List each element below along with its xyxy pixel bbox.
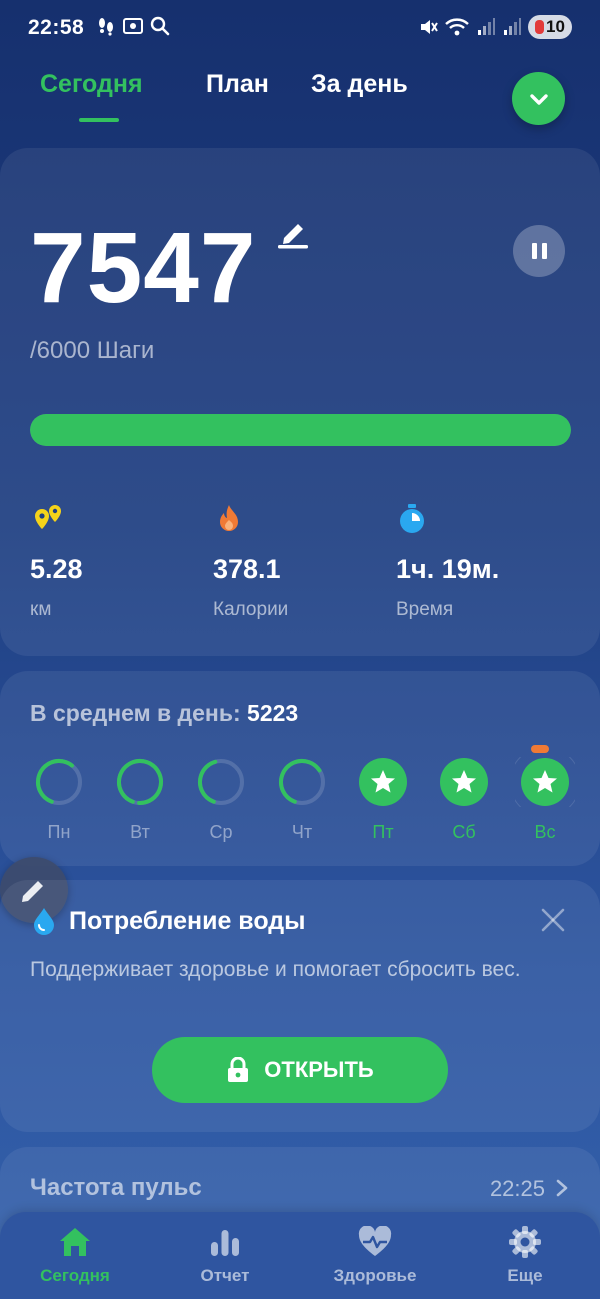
day-label: Пт bbox=[372, 822, 394, 842]
search-icon bbox=[150, 16, 170, 36]
battery-low-icon bbox=[535, 20, 545, 34]
steps-goal: /6000 Шаги bbox=[30, 337, 155, 364]
stat-time-value: 1ч. 19м. bbox=[396, 554, 500, 584]
stat-calories-label: Калории bbox=[213, 599, 289, 620]
battery-indicator: 10 bbox=[528, 15, 572, 39]
nav-today-label: Сегодня bbox=[40, 1266, 110, 1285]
water-title: Потребление воды bbox=[69, 907, 306, 935]
steps-progress-fill bbox=[30, 414, 571, 446]
nav-health-label: Здоровье bbox=[333, 1266, 417, 1285]
home-icon bbox=[60, 1228, 90, 1256]
day-label: Сб bbox=[452, 822, 476, 842]
stat-distance-label: км bbox=[30, 599, 52, 620]
gear-icon bbox=[509, 1226, 541, 1258]
weekly-average-value: 5223 bbox=[247, 700, 299, 726]
day-star-icon bbox=[359, 758, 407, 806]
day-6[interactable]: Сб bbox=[434, 757, 494, 843]
tab-plan[interactable]: План bbox=[206, 70, 269, 99]
day-star-icon bbox=[440, 758, 488, 806]
chevron-right-icon bbox=[555, 1178, 569, 1203]
signal-icon bbox=[478, 18, 495, 35]
tab-per-day[interactable]: За день bbox=[311, 70, 408, 99]
pulse-time: 22:25 bbox=[489, 1176, 545, 1201]
day-label: Пн bbox=[47, 822, 71, 842]
screenshot-icon bbox=[123, 18, 143, 34]
day-progress-ring bbox=[36, 759, 82, 805]
battery-level: 10 bbox=[546, 17, 565, 36]
close-icon bbox=[541, 908, 565, 932]
stat-distance: 5.28 км bbox=[30, 503, 210, 621]
day-3[interactable]: Ср bbox=[191, 757, 251, 843]
status-time: 22:58 bbox=[28, 16, 85, 39]
day-1[interactable]: Пн bbox=[29, 757, 89, 843]
tab-active-indicator bbox=[79, 118, 119, 122]
nav-more-label: Еще bbox=[507, 1266, 543, 1285]
day-4[interactable]: Чт bbox=[272, 757, 332, 843]
nav-health[interactable]: Здоровье bbox=[300, 1224, 450, 1286]
stat-time-label: Время bbox=[396, 599, 454, 620]
tab-today[interactable]: Сегодня bbox=[40, 70, 143, 99]
day-7[interactable]: Вс bbox=[509, 746, 581, 843]
day-label: Ср bbox=[209, 822, 233, 842]
day-progress-ring bbox=[198, 759, 244, 805]
nav-report-label: Отчет bbox=[200, 1266, 250, 1285]
stat-time: 1ч. 19м. Время bbox=[396, 503, 596, 621]
day-2[interactable]: Вт bbox=[110, 757, 170, 843]
footsteps-icon bbox=[99, 18, 113, 36]
today-badge bbox=[531, 745, 549, 753]
signal-icon-2 bbox=[504, 18, 521, 35]
stat-calories-value: 378.1 bbox=[213, 554, 281, 584]
day-today-star-icon bbox=[509, 746, 581, 818]
day-label: Вт bbox=[130, 822, 150, 842]
water-close-button[interactable] bbox=[540, 907, 566, 938]
expand-button[interactable] bbox=[512, 72, 565, 125]
day-label: Чт bbox=[291, 822, 313, 842]
nav-report[interactable]: Отчет bbox=[150, 1224, 300, 1286]
edit-steps-button[interactable] bbox=[276, 216, 310, 255]
nav-more[interactable]: Еще bbox=[450, 1224, 600, 1286]
water-open-label: ОТКРЫТЬ bbox=[264, 1057, 374, 1082]
status-left-icons bbox=[96, 16, 170, 36]
pulse-title: Частота пульс bbox=[30, 1174, 202, 1201]
status-right-icons: 10 bbox=[418, 15, 572, 39]
timer-icon bbox=[400, 504, 424, 533]
steps-progress-bar bbox=[30, 414, 571, 446]
mute-icon bbox=[421, 20, 438, 34]
chevron-down-icon bbox=[529, 93, 548, 105]
wifi-icon bbox=[445, 18, 469, 36]
pencil-icon bbox=[278, 224, 308, 249]
weekly-average-prefix: В среднем в день: bbox=[30, 700, 248, 726]
weekly-average-title: В среднем в день: 5223 bbox=[30, 700, 298, 727]
nav-today[interactable]: Сегодня bbox=[0, 1224, 150, 1286]
pause-icon-bar-left bbox=[531, 243, 537, 259]
water-description: Поддерживает здоровье и помогает сбросит… bbox=[30, 958, 521, 981]
heart-pulse-icon bbox=[358, 1226, 392, 1256]
water-open-button[interactable]: ОТКРЫТЬ bbox=[152, 1037, 448, 1103]
pause-icon-bar-right bbox=[541, 243, 547, 259]
stat-distance-value: 5.28 bbox=[30, 554, 83, 584]
day-5[interactable]: Пт bbox=[353, 757, 413, 843]
water-drop-icon bbox=[31, 907, 57, 940]
pause-button[interactable] bbox=[513, 225, 565, 277]
lock-icon bbox=[228, 1057, 249, 1082]
day-progress-ring bbox=[117, 759, 163, 805]
location-pins-icon bbox=[35, 505, 61, 529]
stat-calories: 378.1 Калории bbox=[213, 503, 393, 621]
steps-count: 7547 bbox=[30, 212, 257, 324]
status-bar: 22:58 10 bbox=[0, 0, 600, 58]
day-label: Вс bbox=[534, 822, 556, 842]
day-progress-ring bbox=[279, 759, 325, 805]
bar-chart-icon bbox=[211, 1230, 239, 1256]
flame-icon bbox=[220, 505, 238, 531]
